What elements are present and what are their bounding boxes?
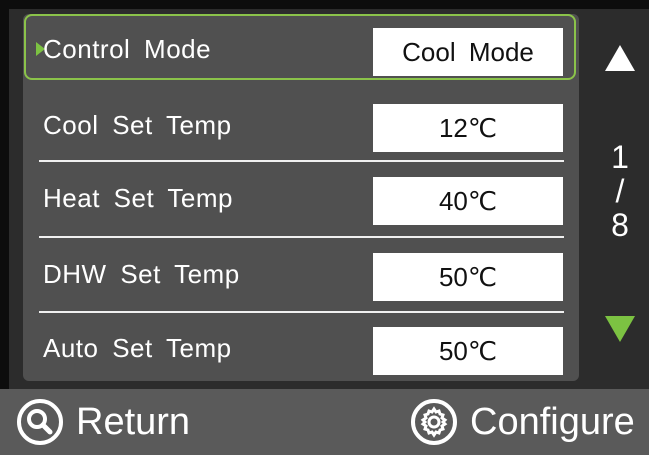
setting-value-field[interactable]: 50℃ (373, 253, 563, 301)
page-separator: / (615, 173, 625, 209)
page-current: 1 (611, 139, 629, 175)
setting-label: Control Mode (43, 34, 212, 64)
screen: Control Mode Cool Mode Cool Set Temp 12℃… (0, 0, 649, 455)
setting-row-dhw-set-temp[interactable]: DHW Set Temp 50℃ (23, 239, 579, 309)
setting-row-control-mode[interactable]: Control Mode Cool Mode (23, 14, 579, 84)
return-button[interactable]: Return (16, 389, 190, 455)
setting-value-field[interactable]: 12℃ (373, 104, 563, 152)
row-divider (39, 160, 564, 162)
setting-label: DHW Set Temp (43, 259, 240, 289)
setting-value-field[interactable]: Cool Mode (373, 28, 563, 76)
configure-button[interactable]: Configure (410, 389, 635, 455)
setting-label: Auto Set Temp (43, 333, 232, 363)
setting-row-cool-set-temp[interactable]: Cool Set Temp 12℃ (23, 90, 579, 160)
setting-row-auto-set-temp[interactable]: Auto Set Temp 50℃ (23, 313, 579, 383)
setting-row-heat-set-temp[interactable]: Heat Set Temp 40℃ (23, 163, 579, 233)
setting-label: Heat Set Temp (43, 183, 234, 213)
setting-label: Cool Set Temp (43, 110, 232, 140)
arrow-down-icon[interactable] (605, 316, 635, 342)
search-icon (17, 399, 63, 445)
gear-icon (411, 399, 457, 445)
page-total: 8 (611, 207, 629, 243)
setting-value-field[interactable]: 50℃ (373, 327, 563, 375)
return-label: Return (76, 400, 191, 443)
setting-value-field[interactable]: 40℃ (373, 177, 563, 225)
page-indicator: 1 / 8 (595, 140, 645, 242)
configure-label: Configure (470, 400, 635, 443)
row-divider (39, 236, 564, 238)
arrow-up-icon[interactable] (605, 45, 635, 71)
